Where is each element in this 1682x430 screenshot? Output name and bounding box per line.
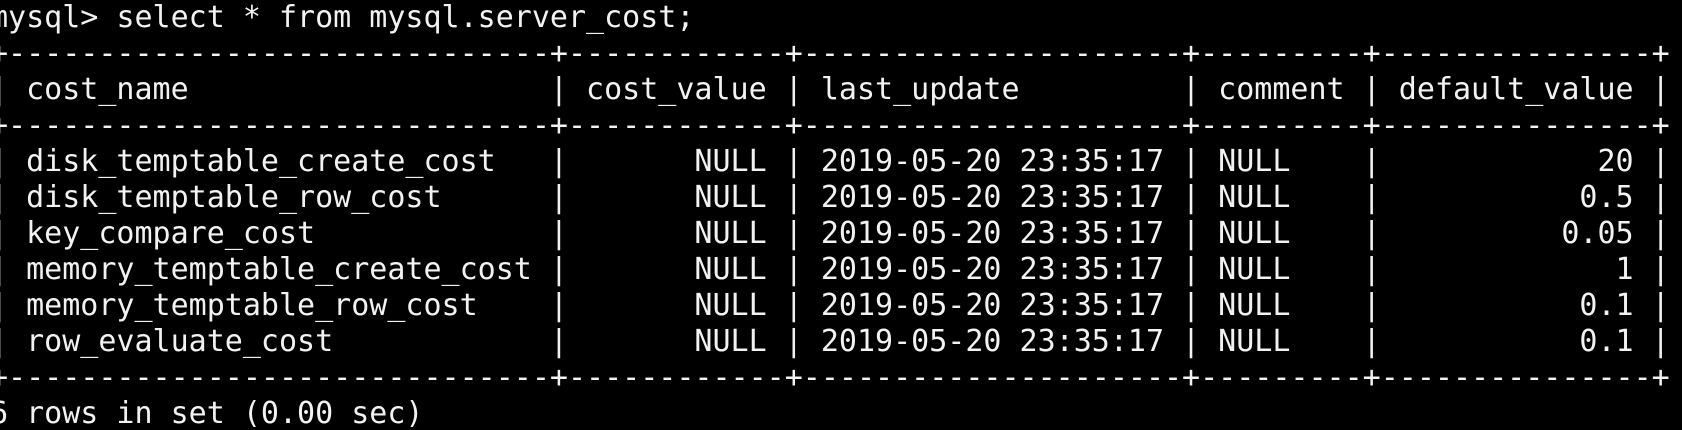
table-row: | disk_temptable_create_cost | NULL | 20… xyxy=(0,144,1670,179)
mysql-prompt: mysql> xyxy=(0,0,117,35)
table-border: +------------------------------+--------… xyxy=(0,36,1670,71)
table-row: | disk_temptable_row_cost | NULL | 2019-… xyxy=(0,180,1670,215)
result-table: +------------------------------+--------… xyxy=(0,36,1670,396)
table-row: | row_evaluate_cost | NULL | 2019-05-20 … xyxy=(0,324,1670,359)
table-header-row: | cost_name | cost_value | last_update |… xyxy=(0,72,1670,107)
result-status: 6 rows in set (0.00 sec) xyxy=(0,396,424,430)
terminal-output: mysql> select * from mysql.server_cost; … xyxy=(0,0,1670,430)
terminal-window[interactable]: mysql> select * from mysql.server_cost; … xyxy=(0,0,1682,430)
table-border: +------------------------------+--------… xyxy=(0,360,1670,395)
command-line: mysql> select * from mysql.server_cost; xyxy=(0,0,1670,36)
table-row: | memory_temptable_row_cost | NULL | 201… xyxy=(0,288,1670,323)
table-border: +------------------------------+--------… xyxy=(0,108,1670,143)
sql-command: select * from mysql.server_cost; xyxy=(116,0,695,35)
table-row: | memory_temptable_create_cost | NULL | … xyxy=(0,252,1670,287)
table-row: | key_compare_cost | NULL | 2019-05-20 2… xyxy=(0,216,1670,251)
